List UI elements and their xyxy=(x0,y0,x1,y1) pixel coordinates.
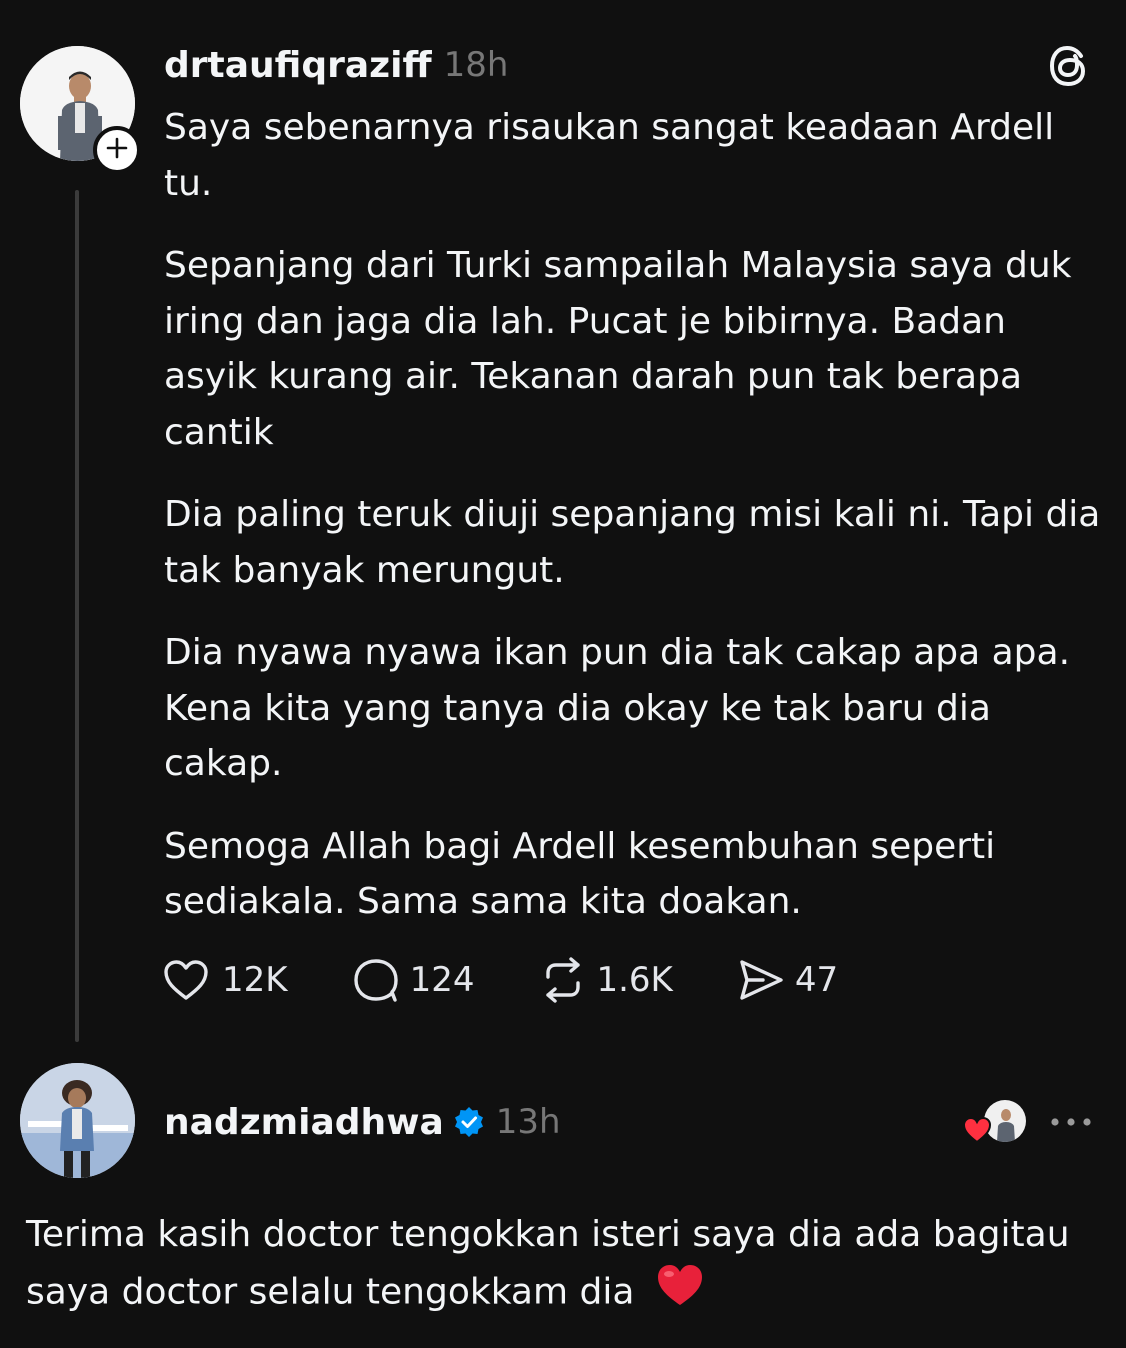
post-paragraph: Sepanjang dari Turki sampailah Malaysia … xyxy=(164,245,1072,453)
thread-connector-line xyxy=(75,190,79,1042)
reply-username[interactable]: nadzmiadhwa xyxy=(164,1102,444,1143)
liked-by-author-indicator xyxy=(962,1100,1028,1146)
repost-icon xyxy=(538,957,588,1003)
like-button[interactable]: 12K xyxy=(162,958,288,1002)
post-timestamp: 18h xyxy=(443,45,509,85)
send-icon xyxy=(737,957,785,1003)
reply-header: nadzmiadhwa 13h xyxy=(164,1097,561,1147)
threads-logo-icon[interactable] xyxy=(1047,42,1093,90)
post-paragraph: Dia nyawa nyawa ikan pun dia tak cakap a… xyxy=(164,632,1071,784)
more-dots-icon[interactable] xyxy=(1048,1112,1094,1132)
comment-count: 124 xyxy=(409,960,475,1000)
repost-button[interactable]: 1.6K xyxy=(538,957,673,1003)
reply-text: Terima kasih doctor tengokkan isteri say… xyxy=(26,1206,1106,1324)
share-count: 47 xyxy=(794,960,839,1000)
post-paragraph: Saya sebenarnya risaukan sangat keadaan … xyxy=(164,107,1055,204)
heart-emoji xyxy=(656,1263,704,1324)
plus-icon xyxy=(106,137,128,163)
comment-bubble-icon xyxy=(352,957,400,1003)
author-username[interactable]: drtaufiqraziff xyxy=(164,45,432,86)
reply-author-avatar[interactable] xyxy=(20,1063,135,1178)
post-text: Saya sebenarnya risaukan sangat keadaan … xyxy=(164,100,1104,957)
heart-outline-icon xyxy=(162,958,210,1002)
reply-message: Terima kasih doctor tengokkan isteri say… xyxy=(26,1214,1070,1313)
post-header: drtaufiqraziff 18h xyxy=(164,40,508,90)
reply-avatar-image xyxy=(20,1063,135,1178)
verified-badge-icon xyxy=(454,1107,484,1137)
share-button[interactable]: 47 xyxy=(737,957,838,1003)
post-actions: 12K 124 1.6K 47 xyxy=(162,955,838,1005)
red-heart-icon xyxy=(962,1116,992,1148)
comment-button[interactable]: 124 xyxy=(352,957,475,1003)
reply-timestamp: 13h xyxy=(495,1102,561,1142)
like-count: 12K xyxy=(222,960,288,1000)
post-paragraph: Semoga Allah bagi Ardell kesembuhan sepe… xyxy=(164,825,996,923)
post-paragraph: Dia paling teruk diuji sepanjang misi ka… xyxy=(164,494,1101,591)
repost-count: 1.6K xyxy=(596,960,673,1000)
follow-button[interactable] xyxy=(93,126,141,174)
